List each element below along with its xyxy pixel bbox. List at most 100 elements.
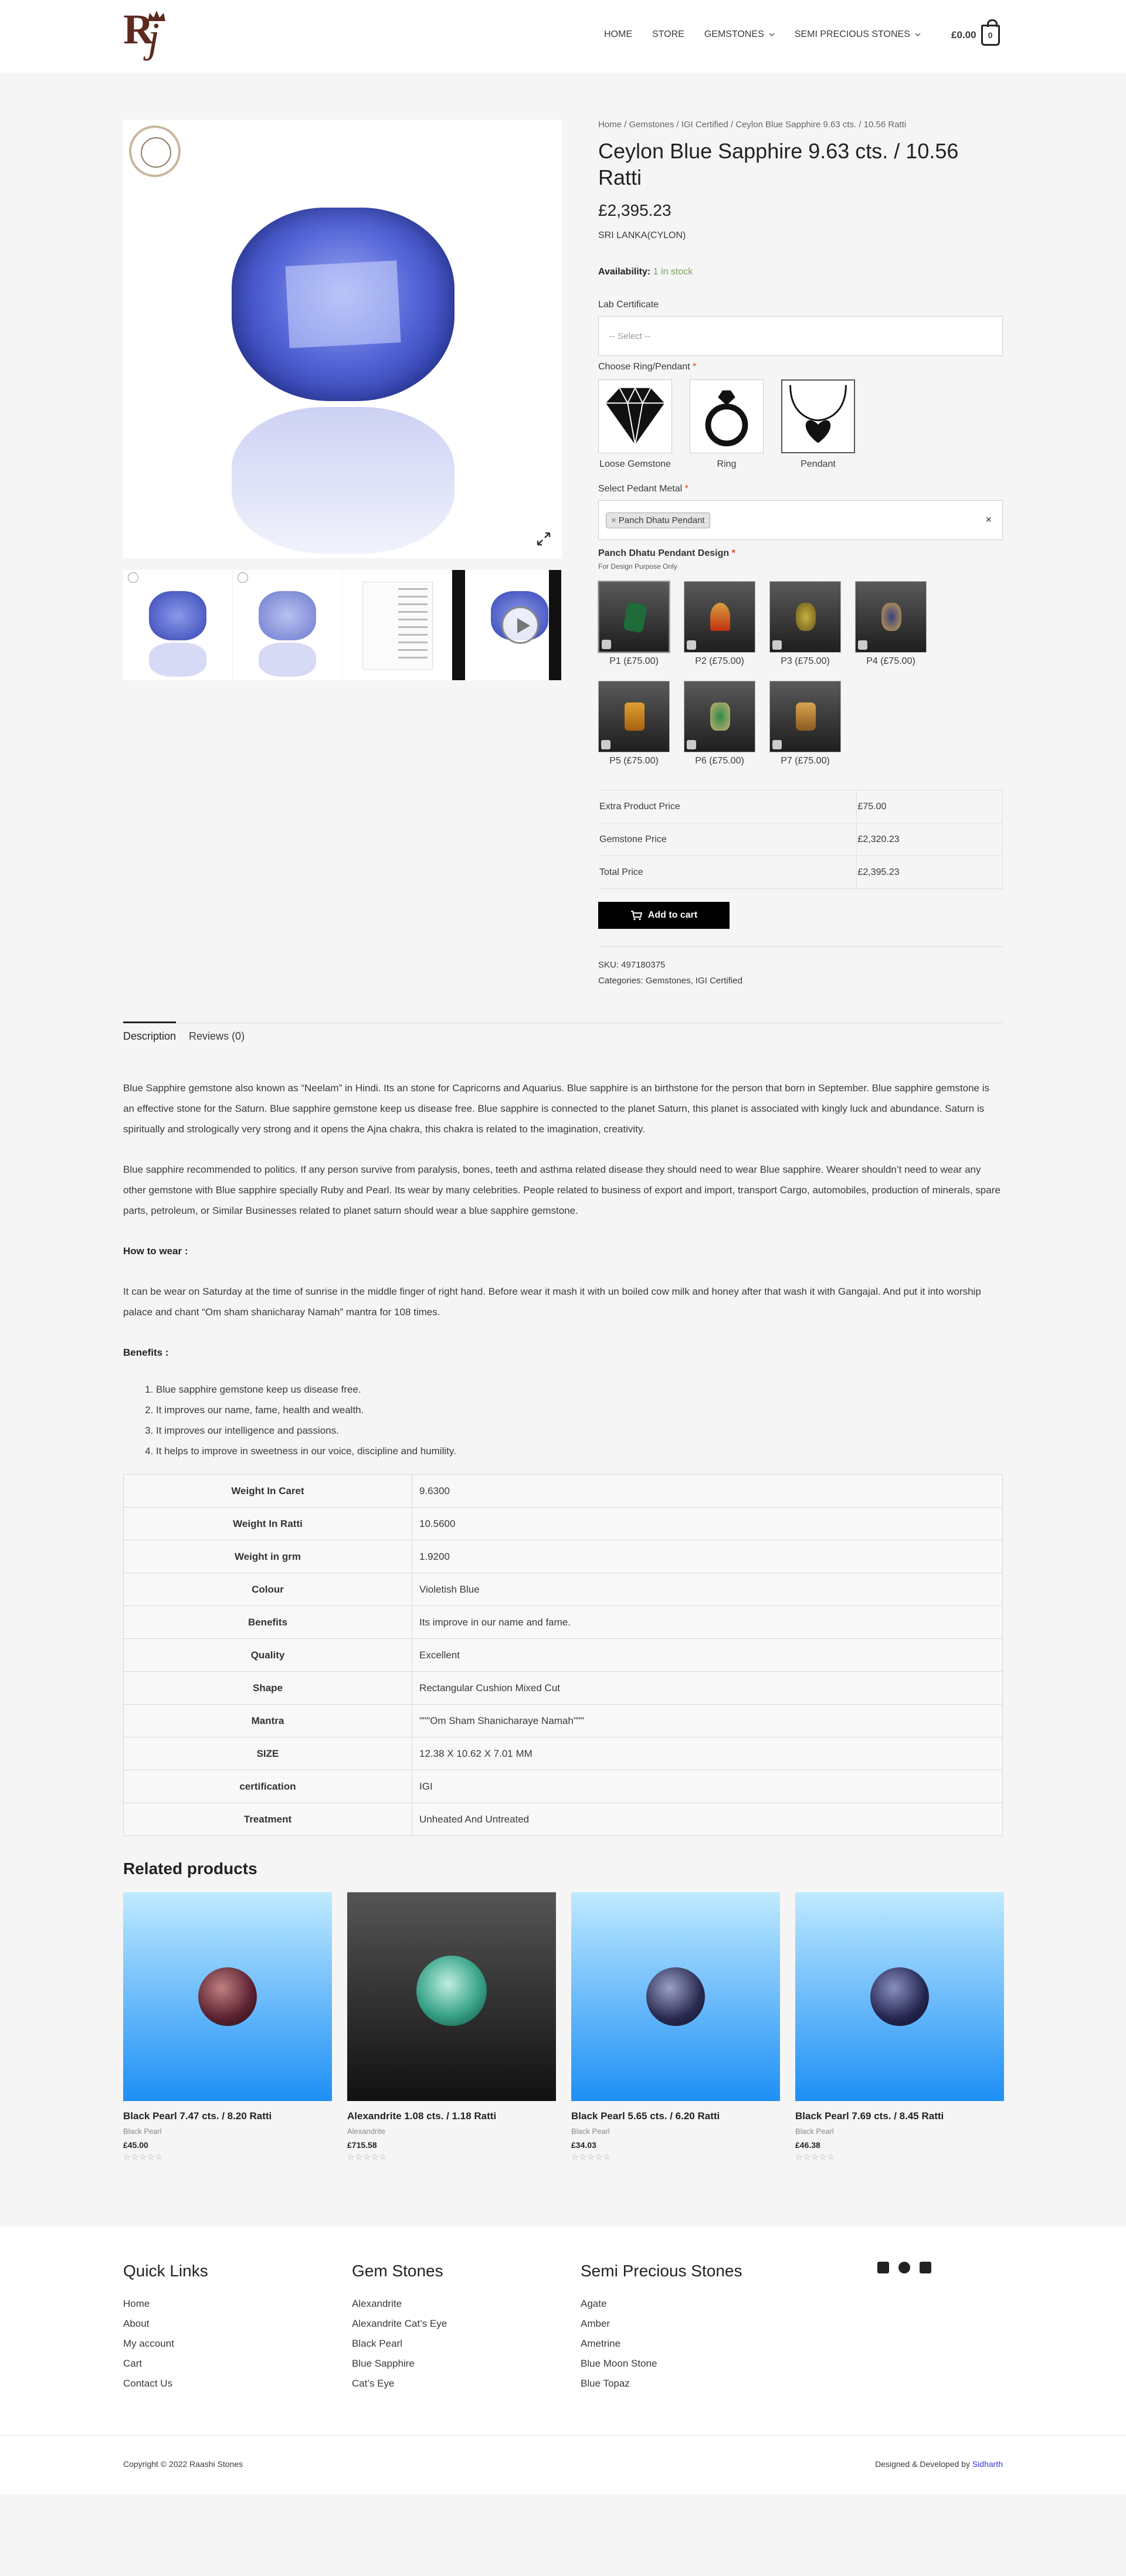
thumbnail-certificate[interactable] <box>342 570 452 680</box>
chevron-down-icon <box>769 33 775 37</box>
product-name[interactable]: Black Pearl 7.47 cts. / 8.20 Ratti <box>123 2110 332 2122</box>
footer-link[interactable]: Cart <box>123 2358 208 2370</box>
availability: Availability: 1 in stock <box>598 267 693 277</box>
product-price: £2,395.23 <box>598 201 671 219</box>
list-item: It improves our name, fame, health and w… <box>156 1400 1003 1420</box>
nav-semi-precious-stones[interactable]: SEMI PRECIOUS STONES <box>795 29 921 40</box>
thumbnail-video[interactable] <box>452 570 562 680</box>
magnify-icon[interactable] <box>601 740 611 749</box>
product-image[interactable] <box>347 1892 556 2101</box>
header-cart[interactable]: £0.00 0 <box>951 19 1000 46</box>
magnify-icon[interactable] <box>602 640 611 649</box>
footer-link[interactable]: Blue Sapphire <box>352 2358 447 2370</box>
twitter-icon[interactable] <box>898 2262 910 2273</box>
tab-reviews[interactable]: Reviews (0) <box>189 1030 245 1051</box>
table-row: Shape Rectangular Cushion Mixed Cut <box>123 1671 1003 1705</box>
design-p6[interactable]: P6 (£75.00) <box>684 681 755 766</box>
product-image[interactable] <box>795 1892 1004 2101</box>
product-origin: SRI LANKA(CYLON) <box>598 230 686 240</box>
footer-link[interactable]: Alexandrite Cat’s Eye <box>352 2318 447 2330</box>
product-price: £34.03 <box>571 2140 596 2150</box>
breadcrumb[interactable]: Home / Gemstones / IGI Certified / Ceylo… <box>598 120 1003 130</box>
metal-select[interactable]: × Panch Dhatu Pendant × <box>598 500 1003 540</box>
design-subtext: For Design Purpose Only <box>598 562 677 571</box>
sku: SKU: 497180375 <box>598 960 666 970</box>
footer-bottom-bar: Copyright © 2022 Raashi Stones Designed … <box>0 2435 1126 2494</box>
tab-description[interactable]: Description <box>123 1021 177 1051</box>
cart-count: 0 <box>988 30 993 40</box>
magnify-icon[interactable] <box>687 740 696 749</box>
related-product-card[interactable]: Black Pearl 7.47 cts. / 8.20 Ratti Black… <box>123 1892 332 2162</box>
design-p5[interactable]: P5 (£75.00) <box>598 681 670 766</box>
related-products: Black Pearl 7.47 cts. / 8.20 Ratti Black… <box>123 1892 1004 2162</box>
credits: Designed & Developed by Sidharth <box>875 2459 1003 2469</box>
lab-certificate-select[interactable]: -- Select -- <box>598 316 1003 356</box>
design-p2[interactable]: P2 (£75.00) <box>684 581 755 667</box>
choice-pendant[interactable]: Pendant <box>781 379 855 470</box>
instagram-icon[interactable] <box>920 2262 931 2273</box>
clear-selection-icon[interactable]: × <box>985 514 992 526</box>
thumbnail-1[interactable] <box>123 570 233 680</box>
footer-heading: Gem Stones <box>352 2262 443 2280</box>
footer-link[interactable]: Cat’s Eye <box>352 2378 447 2390</box>
related-products-title: Related products <box>123 1859 257 1878</box>
design-p4[interactable]: P4 (£75.00) <box>855 581 927 667</box>
developer-link[interactable]: Sidharth <box>972 2459 1003 2469</box>
design-p7[interactable]: P7 (£75.00) <box>769 681 841 766</box>
price-breakdown-table: Extra Product Price £75.00 Gemstone Price… <box>598 790 1003 889</box>
related-product-card[interactable]: Black Pearl 7.69 cts. / 8.45 Ratti Black… <box>795 1892 1004 2162</box>
price-row: Gemstone Price £2,320.23 <box>598 823 1003 856</box>
remove-chip-icon[interactable]: × <box>611 515 616 525</box>
table-row: certification IGI <box>123 1770 1003 1803</box>
site-logo[interactable]: R j <box>123 8 170 65</box>
footer-link[interactable]: Home <box>123 2298 208 2310</box>
product-name[interactable]: Black Pearl 7.69 cts. / 8.45 Ratti <box>795 2110 1004 2122</box>
how-to-wear-heading: How to wear : <box>123 1245 188 1257</box>
footer-link[interactable]: Alexandrite <box>352 2298 447 2310</box>
nav-gemstones[interactable]: GEMSTONES <box>704 29 775 40</box>
footer-link[interactable]: Contact Us <box>123 2378 208 2390</box>
ring-pendant-choices: Loose Gemstone Ring Pendant <box>598 379 1003 470</box>
design-p1[interactable]: P1 (£75.00) <box>597 580 671 667</box>
magnify-icon[interactable] <box>687 640 696 650</box>
add-to-cart-button[interactable]: Add to cart <box>598 902 730 929</box>
zoom-expand-icon[interactable] <box>536 531 551 547</box>
thumbnail-2[interactable] <box>233 570 342 680</box>
product-name[interactable]: Alexandrite 1.08 cts. / 1.18 Ratti <box>347 2110 556 2122</box>
related-product-card[interactable]: Black Pearl 5.65 cts. / 6.20 Ratti Black… <box>571 1892 780 2162</box>
magnify-icon[interactable] <box>858 640 867 650</box>
footer-link[interactable]: About <box>123 2318 208 2330</box>
benefits-list: Blue sapphire gemstone keep us disease f… <box>156 1379 1003 1461</box>
footer-link[interactable]: Blue Topaz <box>581 2378 742 2390</box>
product-image[interactable] <box>123 1892 332 2101</box>
nav-store[interactable]: STORE <box>652 29 684 40</box>
product-image[interactable] <box>571 1892 780 2101</box>
play-icon[interactable] <box>501 606 539 644</box>
choice-loose-gemstone[interactable]: Loose Gemstone <box>598 379 672 470</box>
site-footer: Quick Links Home About My account Cart C… <box>0 2227 1126 2435</box>
brand-badge-icon <box>129 125 181 177</box>
product-main-image[interactable] <box>123 120 562 558</box>
metal-chip[interactable]: × Panch Dhatu Pendant <box>606 512 710 528</box>
footer-link[interactable]: Blue Moon Stone <box>581 2358 742 2370</box>
product-name[interactable]: Black Pearl 5.65 cts. / 6.20 Ratti <box>571 2110 780 2122</box>
category-links[interactable]: Gemstones, IGI Certified <box>646 976 742 986</box>
product-section: Home / Gemstones / IGI Certified / Ceylo… <box>0 73 1126 1023</box>
magnify-icon[interactable] <box>772 740 782 749</box>
chevron-down-icon <box>915 33 921 37</box>
nav-home[interactable]: HOME <box>604 29 632 40</box>
sapphire-gem-image <box>232 208 455 401</box>
choice-ring[interactable]: Ring <box>690 379 764 470</box>
design-p3[interactable]: P3 (£75.00) <box>769 581 841 667</box>
footer-link[interactable]: Ametrine <box>581 2338 742 2350</box>
related-product-card[interactable]: Alexandrite 1.08 cts. / 1.18 Ratti Alexa… <box>347 1892 556 2162</box>
footer-link[interactable]: My account <box>123 2338 208 2350</box>
facebook-icon[interactable] <box>877 2262 889 2273</box>
product-tabs-section: Description Reviews (0) Blue Sapphire ge… <box>123 1021 1004 2162</box>
footer-heading: Semi Precious Stones <box>581 2262 742 2280</box>
footer-link[interactable]: Agate <box>581 2298 742 2310</box>
magnify-icon[interactable] <box>772 640 782 650</box>
footer-link[interactable]: Amber <box>581 2318 742 2330</box>
table-row: Weight In Ratti 10.5600 <box>123 1507 1003 1540</box>
footer-link[interactable]: Black Pearl <box>352 2338 447 2350</box>
